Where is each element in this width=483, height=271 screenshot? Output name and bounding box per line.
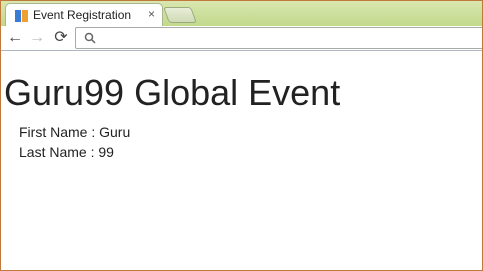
address-bar[interactable] xyxy=(75,27,482,49)
page-title: Guru99 Global Event xyxy=(4,72,341,113)
last-name-text: Last Name : 99 xyxy=(19,144,114,160)
reload-icon[interactable]: ⟳ xyxy=(51,28,71,48)
first-name-text: First Name : Guru xyxy=(19,124,131,140)
forward-arrow-icon[interactable]: → xyxy=(27,28,47,48)
logo-icon xyxy=(15,10,28,22)
tab-event-registration[interactable]: Event Registration × xyxy=(5,3,163,27)
tab-strip: Event Registration × xyxy=(1,1,482,27)
page-content: Guru99 Global Event First Name : Guru La… xyxy=(1,51,482,270)
address-input[interactable] xyxy=(102,30,482,47)
new-tab-button[interactable] xyxy=(163,7,197,23)
close-icon[interactable]: × xyxy=(148,7,155,21)
browser-toolbar: ← → ⟳ xyxy=(1,26,482,51)
back-arrow-icon[interactable]: ← xyxy=(5,28,25,48)
browser-window: Event Registration × ← → ⟳ Guru99 Global… xyxy=(0,0,483,271)
search-icon xyxy=(84,32,96,44)
tab-title: Event Registration xyxy=(33,8,132,22)
